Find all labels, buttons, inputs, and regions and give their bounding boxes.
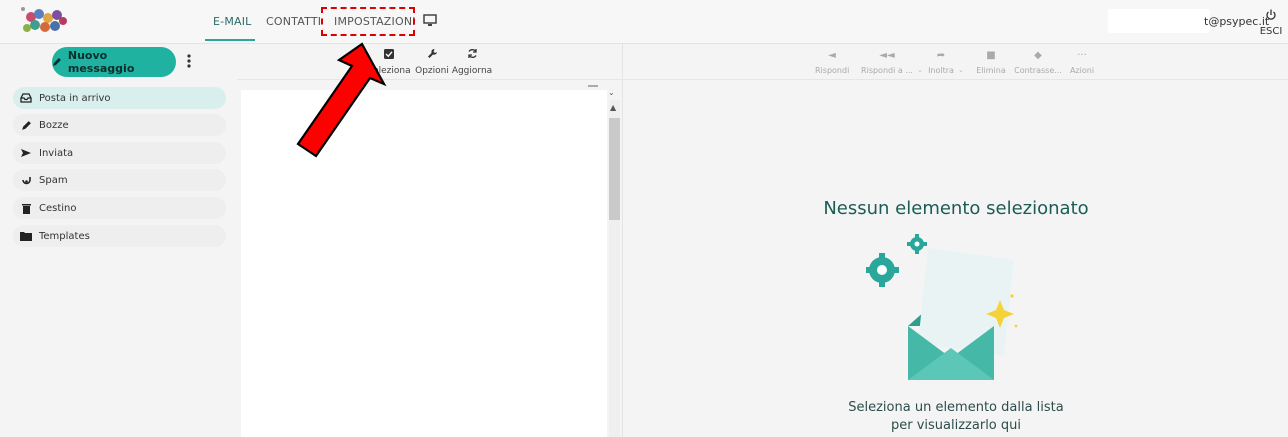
new-message-button[interactable]: Nuovo messaggio <box>52 47 176 77</box>
reply-all-button[interactable]: ◄◄ Rispondi a ... <box>859 44 915 75</box>
empty-state-hint-line-2: per visualizzarlo qui <box>891 418 1021 433</box>
mark-label: Contrasse... <box>1014 66 1062 75</box>
forward-label: Inoltra <box>928 66 954 75</box>
sidebar-item-spam[interactable]: Spam <box>13 169 226 191</box>
spam-icon <box>18 174 34 186</box>
active-tab-underline <box>205 39 255 41</box>
forward-button[interactable]: ➦ Inoltra <box>925 44 957 75</box>
sidebar-item-cestino[interactable]: Cestino <box>13 197 226 219</box>
folder-icon <box>18 230 34 242</box>
list-collapse-chevron-icon[interactable]: ⌄ <box>608 88 615 97</box>
red-arrow-annotation <box>296 42 387 158</box>
more-horizontal-icon: ··· <box>1077 50 1087 61</box>
empty-mail-illustration <box>866 234 1018 380</box>
forward-icon: ➦ <box>936 50 946 61</box>
delete-button[interactable]: ■ Elimina <box>975 44 1007 75</box>
sidebar-item-templates[interactable]: Templates <box>13 225 226 247</box>
scroll-up-arrow-icon[interactable]: ▲ <box>610 103 616 112</box>
refresh-button[interactable]: Aggiorna <box>451 44 493 76</box>
user-email-box <box>1108 9 1210 33</box>
more-options-icon[interactable] <box>186 53 192 69</box>
sidebar-item-label: Templates <box>39 230 90 242</box>
sidebar-item-label: Bozze <box>39 119 69 131</box>
sidebar-item-inviata[interactable]: Inviata <box>13 142 226 164</box>
inbox-icon <box>18 92 34 104</box>
actions-button[interactable]: ··· Azioni <box>1068 44 1096 75</box>
tab-contatti[interactable]: CONTATTI <box>266 15 321 28</box>
trash-icon <box>18 202 34 214</box>
list-menu-icon[interactable] <box>588 85 598 87</box>
sidebar-item-label: Posta in arrivo <box>39 92 111 104</box>
options-label: Opzioni <box>415 66 449 76</box>
pencil-icon <box>18 119 34 131</box>
reply-button[interactable]: ◄ Rispondi <box>815 44 849 75</box>
reply-all-dropdown-caret-icon[interactable]: ⌄ <box>917 66 923 74</box>
webmail-app: E-MAIL CONTATTI IMPOSTAZIONI t@psypec.it… <box>0 0 1288 437</box>
refresh-label: Aggiorna <box>451 66 493 76</box>
tag-icon: ◆ <box>1034 50 1042 61</box>
empty-state-title: Nessun elemento selezionato <box>823 198 1089 219</box>
forward-dropdown-caret-icon[interactable]: ⌄ <box>958 66 964 74</box>
top-bar: E-MAIL CONTATTI IMPOSTAZIONI t@psypec.it… <box>0 0 1288 44</box>
empty-state-hint-line-1: Seleziona un elemento dalla lista <box>848 400 1064 415</box>
mark-button[interactable]: ◆ Contrasse... <box>1012 44 1064 75</box>
sidebar-item-bozze[interactable]: Bozze <box>13 114 226 136</box>
reading-toolbar: ◄ Rispondi ◄◄ Rispondi a ... ⌄ ➦ Inoltra… <box>622 44 1288 80</box>
logout-button[interactable]: ESCI <box>1258 6 1284 37</box>
reading-pane: Nessun elemento selezionato Seleziona un… <box>622 80 1288 437</box>
power-icon <box>1266 9 1276 20</box>
actions-label: Azioni <box>1069 66 1095 75</box>
monitor-icon[interactable] <box>423 13 437 27</box>
sidebar-item-posta-in-arrivo[interactable]: Posta in arrivo <box>13 87 226 109</box>
organization-logo[interactable] <box>15 3 75 39</box>
sidebar-item-label: Spam <box>39 174 68 186</box>
refresh-icon <box>451 46 493 66</box>
sidebar-item-label: Cestino <box>39 202 77 214</box>
pencil-icon <box>52 58 61 66</box>
wrench-icon <box>412 46 452 66</box>
logout-label: ESCI <box>1259 26 1283 37</box>
trash-icon: ■ <box>986 50 996 61</box>
new-message-label: Nuovo messaggio <box>67 49 135 75</box>
send-icon <box>18 147 34 159</box>
delete-label: Elimina <box>976 66 1006 75</box>
reply-all-label: Rispondi a ... <box>861 66 913 75</box>
scrollbar-thumb[interactable] <box>609 118 620 220</box>
reply-icon: ◄ <box>828 50 836 61</box>
options-button[interactable]: Opzioni <box>412 44 452 76</box>
highlight-box-annotation <box>321 7 415 36</box>
reply-all-icon: ◄◄ <box>879 50 895 61</box>
sidebar-item-label: Inviata <box>39 147 74 159</box>
reply-label: Rispondi <box>815 66 850 75</box>
tab-email[interactable]: E-MAIL <box>213 15 252 28</box>
